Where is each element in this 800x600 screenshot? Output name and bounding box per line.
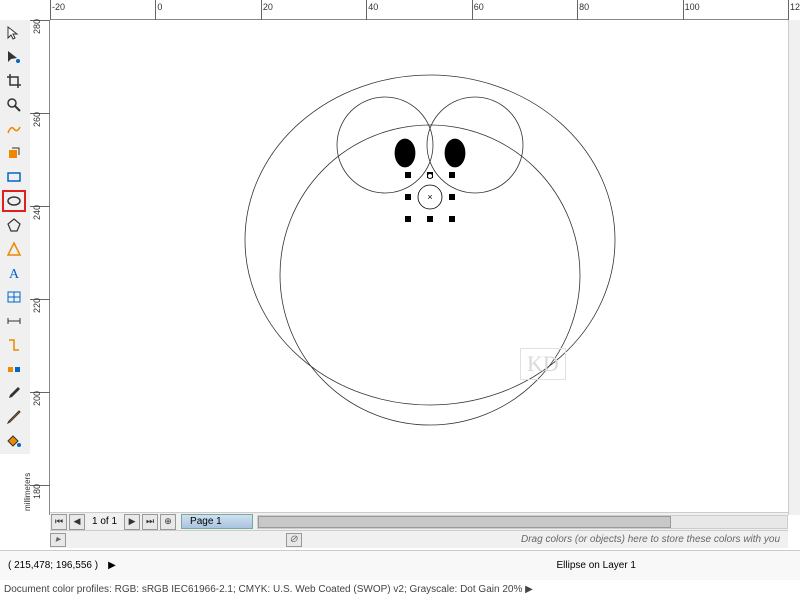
ruler-h-label: 120 (790, 2, 800, 12)
page-next-button[interactable]: ▶ (124, 514, 140, 530)
palette-none-icon[interactable]: ⊘ (286, 533, 302, 547)
ruler-h-label: 40 (368, 2, 378, 12)
pick-tool[interactable] (2, 22, 26, 44)
scrollbar-vertical[interactable] (788, 20, 800, 515)
ruler-v-label: 220 (32, 298, 42, 313)
eyedropper-tool[interactable] (2, 382, 26, 404)
selection-handle[interactable] (449, 194, 455, 200)
ruler-h-label: 0 (157, 2, 162, 12)
ruler-unit-label: millimeters (23, 473, 32, 511)
page-prev-button[interactable]: ◀ (69, 514, 85, 530)
selection-handle[interactable] (427, 216, 433, 222)
ruler-v-label: 180 (32, 484, 42, 499)
shape-ellipse[interactable] (395, 139, 415, 167)
page-tab[interactable]: Page 1 (181, 514, 253, 529)
page-last-button[interactable]: ⏭ (142, 514, 158, 530)
svg-text:A: A (9, 267, 20, 281)
ruler-h-label: -20 (52, 2, 65, 12)
ruler-v-label: 280 (32, 19, 42, 34)
basic-shapes-tool[interactable] (2, 238, 26, 260)
ruler-horizontal[interactable]: -20020406080100120 (50, 0, 788, 20)
shape-ellipse[interactable] (280, 125, 580, 425)
rotation-handle[interactable] (427, 173, 433, 179)
selection-handle[interactable] (405, 216, 411, 222)
text-tool[interactable]: A (2, 262, 26, 284)
ruler-h-label: 80 (579, 2, 589, 12)
shape-ellipse[interactable] (337, 97, 433, 193)
selection-center-icon[interactable]: × (425, 192, 435, 202)
ruler-h-label: 100 (685, 2, 700, 12)
color-profile-bar: Document color profiles: RGB: sRGB IEC61… (0, 582, 800, 600)
ruler-h-label: 60 (474, 2, 484, 12)
blend-tool[interactable] (2, 358, 26, 380)
scrollbar-horizontal-thumb[interactable] (258, 516, 671, 528)
rectangle-tool[interactable] (2, 166, 26, 188)
status-expand-icon[interactable]: ▶ (108, 560, 116, 571)
watermark-logo: KD (520, 348, 566, 380)
smart-fill-tool[interactable] (2, 142, 26, 164)
color-dock-strip[interactable]: ▸ ⊘ Drag colors (or objects) here to sto… (50, 530, 788, 548)
selection-handle[interactable] (405, 172, 411, 178)
outline-tool[interactable] (2, 406, 26, 428)
polygon-tool[interactable] (2, 214, 26, 236)
drawing-canvas[interactable]: × KD (50, 20, 788, 515)
color-dock-hint: Drag colors (or objects) here to store t… (521, 534, 780, 545)
ellipse-tool[interactable] (2, 190, 26, 212)
page-add-button[interactable]: ⊕ (160, 514, 176, 530)
canvas-svg (50, 20, 788, 515)
page-counter: 1 of 1 (86, 516, 123, 527)
selection-handle[interactable] (449, 216, 455, 222)
ruler-h-label: 20 (263, 2, 273, 12)
cursor-coordinates: ( 215,478; 196,556 ) (4, 558, 102, 573)
toolbox: A (0, 20, 30, 454)
ruler-v-label: 240 (32, 205, 42, 220)
palette-arrow-icon[interactable]: ▸ (50, 533, 66, 547)
crop-tool[interactable] (2, 70, 26, 92)
shape-ellipse[interactable] (445, 139, 465, 167)
object-info: Ellipse on Layer 1 (557, 560, 797, 571)
ruler-v-label: 200 (32, 391, 42, 406)
shape-tool[interactable] (2, 46, 26, 68)
shape-ellipse[interactable] (427, 97, 523, 193)
fill-tool[interactable] (2, 430, 26, 452)
connector-tool[interactable] (2, 334, 26, 356)
freehand-tool[interactable] (2, 118, 26, 140)
selection-handle[interactable] (449, 172, 455, 178)
dimension-tool[interactable] (2, 310, 26, 332)
selection-handle[interactable] (405, 194, 411, 200)
zoom-tool[interactable] (2, 94, 26, 116)
status-bar: ( 215,478; 196,556 ) ▶ Ellipse on Layer … (0, 550, 800, 580)
ruler-v-label: 260 (32, 112, 42, 127)
page-navigator: ⏮ ◀ 1 of 1 ▶ ⏭ ⊕ Page 1 (50, 512, 788, 530)
page-first-button[interactable]: ⏮ (51, 514, 67, 530)
ruler-vertical[interactable]: millimeters 280260240220200180 (30, 20, 50, 515)
table-tool[interactable] (2, 286, 26, 308)
scrollbar-horizontal[interactable] (257, 515, 788, 529)
